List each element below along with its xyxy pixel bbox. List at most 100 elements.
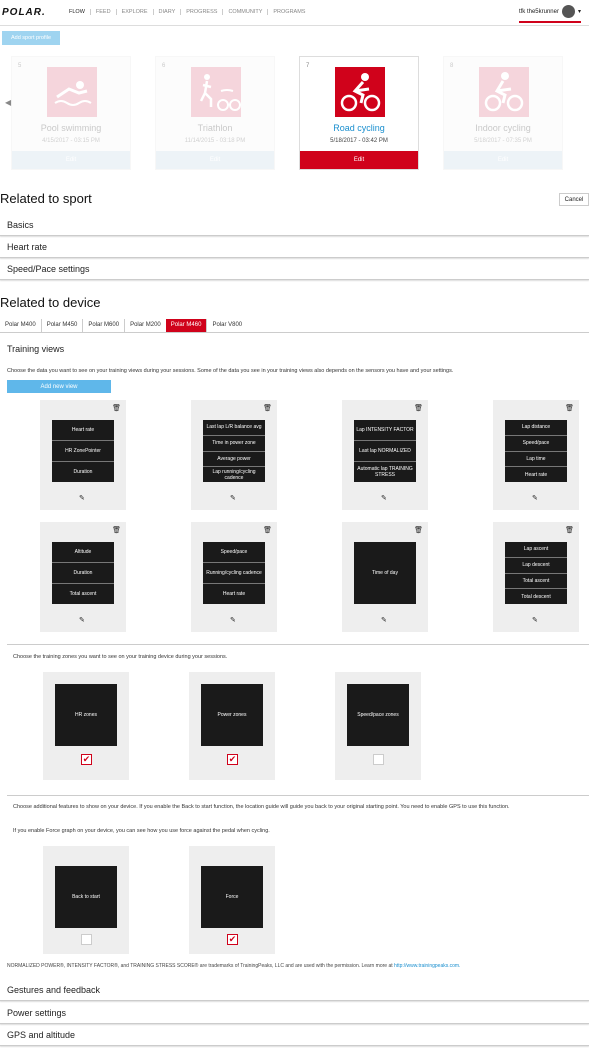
view-field: Duration [73, 469, 93, 475]
trash-icon[interactable]: 🗑 [565, 404, 574, 412]
user-menu[interactable]: tfk the5krunner ▾ [518, 5, 581, 23]
view-field: Last lap NORMALIZED [354, 441, 416, 462]
feature-screen: Force [201, 866, 263, 928]
back-to-start-checkbox[interactable] [81, 934, 92, 945]
pencil-icon[interactable]: ✎ [532, 616, 538, 624]
feature-screen: Back to start [55, 866, 117, 928]
view-field: Last lap L/R balance avg [203, 420, 265, 436]
training-view-card[interactable]: 🗑 Speed/pace Running/cycling cadence Hea… [191, 522, 277, 632]
sport-date: 5/18/2017 - 03:42 PM [330, 138, 388, 144]
accordion-gps-altitude[interactable]: GPS and altitude [0, 1024, 589, 1046]
view-field: Heart rate [222, 591, 246, 597]
training-view-card[interactable]: 🗑 Time of day ✎ [342, 522, 428, 632]
training-views-title[interactable]: Training views [7, 344, 64, 354]
nav-link-progress[interactable]: PROGRESS [180, 9, 222, 15]
username: tfk the5krunner [518, 8, 559, 15]
view-field: Altitude [52, 542, 114, 563]
edit-button[interactable]: Edit [156, 151, 274, 169]
nav-link-flow[interactable]: FLOW [64, 9, 90, 15]
pencil-icon[interactable]: ✎ [230, 494, 236, 502]
trainingpeaks-link[interactable]: http://www.trainingpeaks.com. [394, 963, 460, 969]
road-cycling-icon [335, 67, 385, 117]
sport-number: 7 [306, 63, 310, 69]
accordion-basics[interactable]: Basics [0, 214, 589, 236]
add-sport-profile-button[interactable]: Add sport profile [2, 31, 60, 45]
training-view-card[interactable]: 🗑 Heart rate HR ZonePointer Duration ✎ [40, 400, 126, 510]
nav-link-programs[interactable]: PROGRAMS [267, 9, 310, 15]
trash-icon[interactable]: 🗑 [112, 526, 121, 534]
view-screen: Lap distance Speed/pace Lap time Heart r… [505, 420, 567, 482]
edit-button[interactable]: Edit [12, 151, 130, 169]
view-field: Lap descent [505, 558, 567, 574]
view-field: Time of day [372, 570, 398, 576]
training-view-card[interactable]: 🗑 Altitude Duration Total ascent ✎ [40, 522, 126, 632]
tab-polar-m200[interactable]: Polar M200 [124, 319, 166, 332]
sport-card-indoor-cycling[interactable]: 8 Indoor cycling 5/18/2017 - 07:35 PM Ed… [443, 56, 563, 170]
view-field: Average power [203, 452, 265, 468]
accordion-speed-pace[interactable]: Speed/Pace settings [0, 258, 589, 280]
nav-link-explore[interactable]: EXPLORE [115, 9, 153, 15]
trash-icon[interactable]: 🗑 [414, 526, 423, 534]
accordion-label: Speed/Pace settings [7, 264, 90, 274]
avatar [561, 5, 575, 18]
sport-number: 5 [18, 63, 22, 69]
edit-button[interactable]: Edit [300, 151, 418, 169]
training-view-card[interactable]: 🗑 Lap INTENSITY FACTOR Last lap NORMALIZ… [342, 400, 428, 510]
pencil-icon[interactable]: ✎ [230, 616, 236, 624]
trash-icon[interactable]: 🗑 [263, 526, 272, 534]
training-view-card[interactable]: 🗑 Last lap L/R balance avg Time in power… [191, 400, 277, 510]
nav-link-community[interactable]: COMMUNITY [222, 9, 267, 15]
trash-icon[interactable]: 🗑 [414, 404, 423, 412]
zone-card-hr: HR zones ✔ [43, 672, 129, 780]
related-to-sport-heading: Related to sport [0, 191, 92, 206]
view-field: Heart rate [524, 471, 548, 478]
view-screen: Altitude Duration Total ascent [52, 542, 114, 604]
view-field: Automatic lap TRAINING STRESS [357, 466, 413, 478]
add-new-view-button[interactable]: Add new view [7, 380, 111, 393]
sport-card-triathlon[interactable]: 6 Triathlon 11/14/2015 - 03:18 PM Edit [155, 56, 275, 170]
training-view-card[interactable]: 🗑 Lap ascent Lap descent Total ascent To… [493, 522, 579, 632]
nav-link-feed[interactable]: FEED [89, 9, 116, 15]
sport-name: Pool swimming [40, 123, 102, 133]
pencil-icon[interactable]: ✎ [79, 494, 85, 502]
view-field: Lap ascent [505, 542, 567, 558]
sport-name: Triathlon [197, 123, 233, 133]
pencil-icon[interactable]: ✎ [532, 494, 538, 502]
trash-icon[interactable]: 🗑 [263, 404, 272, 412]
accordion-power-settings[interactable]: Power settings [0, 1002, 589, 1024]
nav-link-diary[interactable]: DIARY [152, 9, 181, 15]
pencil-icon[interactable]: ✎ [381, 616, 387, 624]
pencil-icon[interactable]: ✎ [79, 616, 85, 624]
triathlon-icon [191, 67, 241, 117]
tab-polar-v800[interactable]: Polar V800 [206, 319, 247, 332]
view-field: Time in power zone [203, 436, 265, 452]
accordion-label: GPS and altitude [7, 1030, 76, 1040]
accordion-gestures-feedback[interactable]: Gestures and feedback [0, 979, 589, 1001]
cancel-button[interactable]: Cancel [559, 193, 589, 206]
hr-zones-checkbox[interactable]: ✔ [81, 754, 92, 765]
polar-logo[interactable]: POLAR. [2, 7, 46, 18]
edit-button[interactable]: Edit [444, 151, 562, 169]
tab-polar-m400[interactable]: Polar M400 [0, 319, 41, 332]
sport-name[interactable]: Road cycling [300, 123, 418, 133]
sport-card-pool-swimming[interactable]: 5 Pool swimming 4/15/2017 - 03:15 PM Edi… [11, 56, 131, 170]
trash-icon[interactable]: 🗑 [112, 404, 121, 412]
accordion-label: Basics [7, 220, 34, 230]
view-screen: Lap ascent Lap descent Total ascent Tota… [505, 542, 567, 604]
speed-pace-zones-checkbox[interactable] [373, 754, 384, 765]
accordion-heart-rate[interactable]: Heart rate [0, 236, 589, 258]
power-zones-checkbox[interactable]: ✔ [227, 754, 238, 765]
view-field: Running/cycling cadence [203, 563, 265, 584]
tab-polar-m450[interactable]: Polar M450 [40, 319, 83, 332]
pencil-icon[interactable]: ✎ [381, 494, 387, 502]
accordion-label: Heart rate [7, 242, 48, 252]
force-checkbox[interactable]: ✔ [227, 934, 238, 945]
trash-icon[interactable]: 🗑 [565, 526, 574, 534]
view-field: Total descent [521, 593, 551, 600]
sport-card-road-cycling[interactable]: 7 Road cycling 5/18/2017 - 03:42 PM Edit [299, 56, 419, 170]
device-tabs: Polar M400 Polar M450 Polar M600 Polar M… [0, 319, 247, 332]
training-view-card[interactable]: 🗑 Lap distance Speed/pace Lap time Heart… [493, 400, 579, 510]
tab-polar-m460[interactable]: Polar M460 [165, 319, 207, 332]
zones-description: Choose the training zones you want to se… [13, 654, 228, 660]
tab-polar-m600[interactable]: Polar M600 [82, 319, 124, 332]
